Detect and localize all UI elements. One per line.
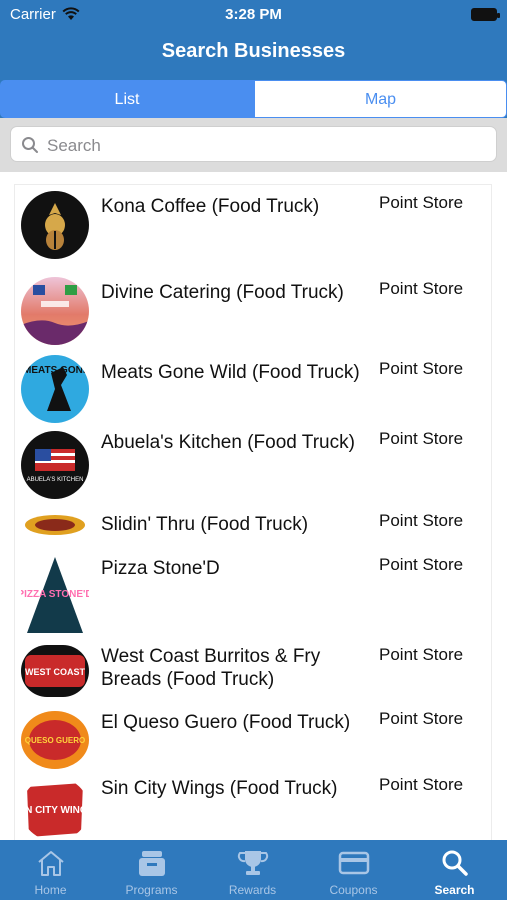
list-map-segmented-control: List Map bbox=[0, 80, 507, 118]
business-name: Sin City Wings (Food Truck) bbox=[101, 778, 338, 799]
kona-coffee-logo bbox=[21, 191, 89, 259]
business-type: Point Store bbox=[379, 429, 464, 448]
search-icon bbox=[442, 850, 468, 876]
tab-home[interactable]: Home bbox=[0, 840, 101, 900]
list-item-sin-city-wings[interactable]: SIN CITY WINGS Sin City Wings (Food Truc… bbox=[15, 773, 493, 840]
logo-text: PIZZA STONE'D bbox=[21, 589, 89, 600]
search-icon bbox=[22, 137, 38, 153]
pizza-stoned-logo: PIZZA STONE'D bbox=[21, 553, 89, 639]
tab-label: Coupons bbox=[329, 883, 378, 897]
business-name: Meats Gone Wild (Food Truck) bbox=[101, 362, 360, 383]
coupon-card-icon bbox=[338, 851, 370, 875]
business-type: Point Store bbox=[379, 645, 464, 664]
business-type: Point Store bbox=[379, 359, 464, 378]
business-list: Kona Coffee (Food Truck) Point Store Div… bbox=[0, 172, 507, 840]
list-item-el-queso-guero[interactable]: QUESO GUERO El Queso Guero (Food Truck) … bbox=[15, 709, 493, 773]
slidin-thru-logo bbox=[21, 511, 89, 539]
search-bar: Search bbox=[0, 118, 507, 172]
business-name: Pizza Stone'D bbox=[101, 558, 220, 579]
divine-catering-logo bbox=[21, 277, 89, 345]
search-input[interactable]: Search bbox=[10, 126, 497, 162]
status-bar: Carrier 3:28 PM bbox=[0, 4, 507, 24]
list-item-meats-gone-wild[interactable]: MEATS GONE WILD Meats Gone Wild (Food Tr… bbox=[15, 351, 493, 427]
logo-text: SIN CITY WINGS bbox=[21, 805, 89, 816]
tab-coupons[interactable]: Coupons bbox=[303, 840, 404, 900]
business-name: Abuela's Kitchen (Food Truck) bbox=[101, 432, 355, 453]
business-name: West Coast Burritos & Fry Breads (Food T… bbox=[101, 646, 321, 690]
business-type: Point Store bbox=[379, 709, 464, 728]
business-type: Point Store bbox=[379, 511, 464, 530]
business-type: Point Store bbox=[379, 555, 464, 574]
business-type: Point Store bbox=[379, 279, 464, 298]
business-name: Divine Catering (Food Truck) bbox=[101, 282, 344, 303]
tab-search[interactable]: Search bbox=[404, 840, 505, 900]
search-placeholder: Search bbox=[47, 136, 101, 155]
list-item-divine-catering[interactable]: Divine Catering (Food Truck) Point Store bbox=[15, 271, 493, 351]
logo-text: ABUELA'S KITCHEN bbox=[27, 477, 84, 483]
west-coast-logo: WEST COAST bbox=[21, 645, 89, 697]
meats-gone-wild-logo: MEATS GONE WILD bbox=[21, 355, 89, 423]
business-name: Kona Coffee (Food Truck) bbox=[101, 196, 320, 217]
business-list-card: Kona Coffee (Food Truck) Point Store Div… bbox=[14, 184, 492, 840]
segment-list[interactable]: List bbox=[0, 80, 254, 118]
logo-text: WEST COAST bbox=[25, 667, 86, 677]
logo-text: QUESO GUERO bbox=[25, 736, 85, 745]
business-name: El Queso Guero (Food Truck) bbox=[101, 712, 351, 733]
page-title: Search Businesses bbox=[161, 40, 346, 62]
tab-programs[interactable]: Programs bbox=[101, 840, 202, 900]
bottom-tab-bar: Home Programs Rewards Coupons Search bbox=[0, 840, 507, 900]
list-item-west-coast-burritos[interactable]: WEST COAST West Coast Burritos & Fry Bre… bbox=[15, 643, 493, 709]
status-time: 3:28 PM bbox=[225, 6, 282, 23]
list-item-kona-coffee[interactable]: Kona Coffee (Food Truck) Point Store bbox=[15, 185, 493, 271]
business-type: Point Store bbox=[379, 193, 464, 212]
tab-rewards[interactable]: Rewards bbox=[202, 840, 303, 900]
battery-icon bbox=[471, 8, 500, 21]
app-header: Carrier 3:28 PM Search Businesses bbox=[0, 0, 507, 80]
business-type: Point Store bbox=[379, 775, 464, 794]
sin-city-wings-logo: SIN CITY WINGS bbox=[21, 777, 89, 840]
tab-label: Search bbox=[434, 883, 475, 897]
programs-icon bbox=[139, 851, 165, 876]
el-queso-guero-logo: QUESO GUERO bbox=[21, 711, 89, 769]
logo-text: MEATS GONE WILD bbox=[23, 365, 89, 376]
list-item-slidin-thru[interactable]: Slidin' Thru (Food Truck) Point Store bbox=[15, 507, 493, 551]
segment-map[interactable]: Map bbox=[254, 80, 507, 118]
tab-label: Rewards bbox=[228, 883, 277, 897]
tab-label: Programs bbox=[125, 883, 178, 897]
home-icon bbox=[38, 851, 64, 876]
tab-label: Home bbox=[34, 883, 67, 897]
list-item-abuelas-kitchen[interactable]: ABUELA'S KITCHEN Abuela's Kitchen (Food … bbox=[15, 427, 493, 507]
list-item-pizza-stoned[interactable]: PIZZA STONE'D Pizza Stone'D Point Store bbox=[15, 551, 493, 643]
abuelas-kitchen-logo: ABUELA'S KITCHEN bbox=[21, 431, 89, 499]
trophy-icon bbox=[237, 851, 269, 875]
business-name: Slidin' Thru (Food Truck) bbox=[101, 514, 309, 535]
